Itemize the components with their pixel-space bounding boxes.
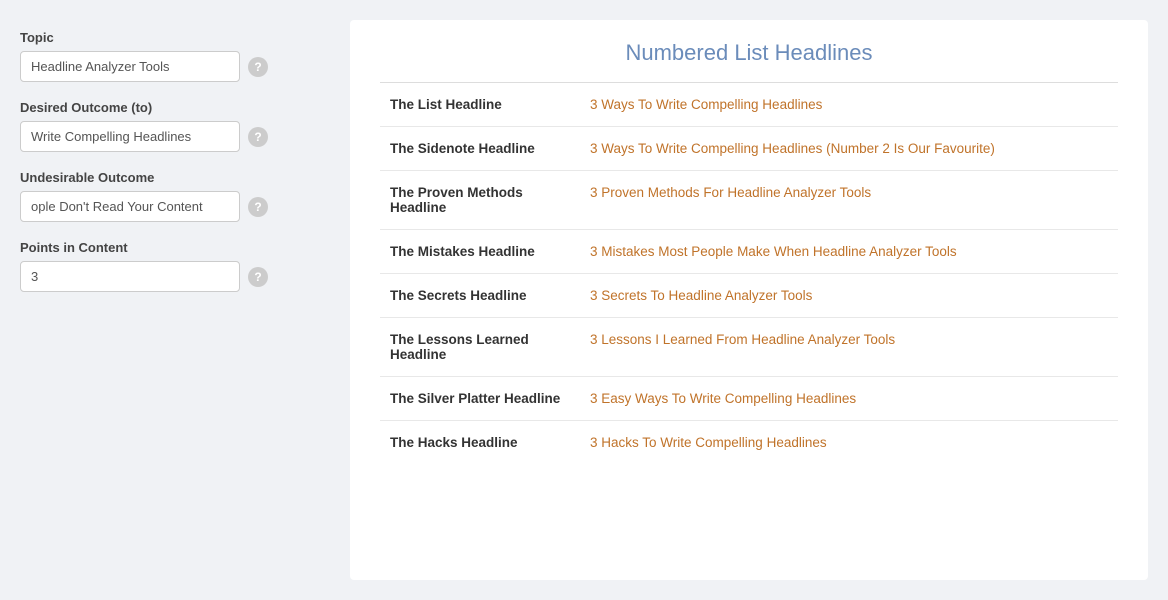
page-container: Topic ? Desired Outcome (to) ? Undesirab… xyxy=(0,0,1168,600)
headline-type-cell: The Silver Platter Headline xyxy=(380,377,580,421)
table-row: The Silver Platter Headline3 Easy Ways T… xyxy=(380,377,1118,421)
page-title: Numbered List Headlines xyxy=(380,40,1118,66)
headline-type-cell: The Hacks Headline xyxy=(380,421,580,465)
desired-outcome-input[interactable] xyxy=(20,121,240,152)
headline-value-cell[interactable]: 3 Easy Ways To Write Compelling Headline… xyxy=(580,377,1118,421)
desired-outcome-field-group: Desired Outcome (to) ? xyxy=(20,100,320,152)
points-field-group: Points in Content ? xyxy=(20,240,320,292)
undesirable-outcome-field-group: Undesirable Outcome ? xyxy=(20,170,320,222)
headline-value-cell[interactable]: 3 Ways To Write Compelling Headlines (Nu… xyxy=(580,127,1118,171)
left-panel: Topic ? Desired Outcome (to) ? Undesirab… xyxy=(20,20,320,580)
points-help-icon[interactable]: ? xyxy=(248,267,268,287)
headline-value-cell[interactable]: 3 Secrets To Headline Analyzer Tools xyxy=(580,274,1118,318)
topic-field-row: ? xyxy=(20,51,320,82)
desired-outcome-field-row: ? xyxy=(20,121,320,152)
headline-type-cell: The Mistakes Headline xyxy=(380,230,580,274)
points-field-row: ? xyxy=(20,261,320,292)
table-row: The Secrets Headline3 Secrets To Headlin… xyxy=(380,274,1118,318)
headline-value-cell[interactable]: 3 Hacks To Write Compelling Headlines xyxy=(580,421,1118,465)
undesirable-outcome-label: Undesirable Outcome xyxy=(20,170,320,185)
undesirable-outcome-help-icon[interactable]: ? xyxy=(248,197,268,217)
topic-label: Topic xyxy=(20,30,320,45)
headline-type-cell: The Secrets Headline xyxy=(380,274,580,318)
undesirable-outcome-input[interactable] xyxy=(20,191,240,222)
desired-outcome-label: Desired Outcome (to) xyxy=(20,100,320,115)
topic-input[interactable] xyxy=(20,51,240,82)
headlines-table: The List Headline3 Ways To Write Compell… xyxy=(380,83,1118,464)
undesirable-outcome-field-row: ? xyxy=(20,191,320,222)
table-row: The Sidenote Headline3 Ways To Write Com… xyxy=(380,127,1118,171)
headline-value-cell[interactable]: 3 Ways To Write Compelling Headlines xyxy=(580,83,1118,127)
topic-help-icon[interactable]: ? xyxy=(248,57,268,77)
points-input[interactable] xyxy=(20,261,240,292)
desired-outcome-help-icon[interactable]: ? xyxy=(248,127,268,147)
topic-field-group: Topic ? xyxy=(20,30,320,82)
headline-value-cell[interactable]: 3 Proven Methods For Headline Analyzer T… xyxy=(580,171,1118,230)
headline-type-cell: The Lessons Learned Headline xyxy=(380,318,580,377)
headline-type-cell: The List Headline xyxy=(380,83,580,127)
headline-value-cell[interactable]: 3 Lessons I Learned From Headline Analyz… xyxy=(580,318,1118,377)
table-row: The Hacks Headline3 Hacks To Write Compe… xyxy=(380,421,1118,465)
table-row: The Lessons Learned Headline3 Lessons I … xyxy=(380,318,1118,377)
table-row: The Proven Methods Headline3 Proven Meth… xyxy=(380,171,1118,230)
right-panel: Numbered List Headlines The List Headlin… xyxy=(350,20,1148,580)
table-row: The List Headline3 Ways To Write Compell… xyxy=(380,83,1118,127)
points-label: Points in Content xyxy=(20,240,320,255)
headline-type-cell: The Proven Methods Headline xyxy=(380,171,580,230)
table-row: The Mistakes Headline3 Mistakes Most Peo… xyxy=(380,230,1118,274)
headline-type-cell: The Sidenote Headline xyxy=(380,127,580,171)
headline-value-cell[interactable]: 3 Mistakes Most People Make When Headlin… xyxy=(580,230,1118,274)
